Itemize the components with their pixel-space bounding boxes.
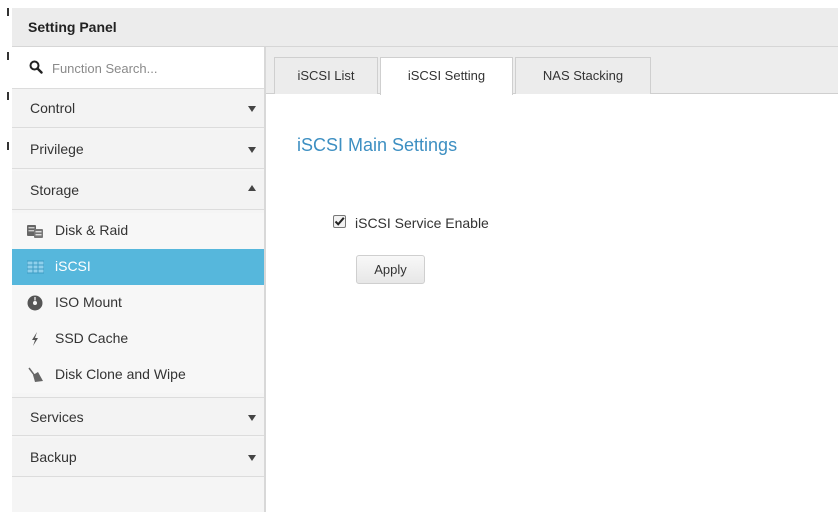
sidebar-item-backup[interactable]: Backup [12, 438, 264, 477]
function-search [12, 47, 264, 89]
sidebar-item-label: SSD Cache [55, 330, 129, 346]
sidebar-item-control[interactable]: Control [12, 89, 264, 128]
sidebar-item-label: Services [30, 409, 84, 425]
checkbox-box[interactable] [333, 215, 346, 228]
tab-bar: iSCSI List iSCSI Setting NAS Stacking [266, 47, 838, 95]
edge-marker [7, 92, 9, 100]
sidebar-item-label: Backup [30, 449, 77, 465]
page-title: Setting Panel [28, 19, 117, 35]
panel-header: Setting Panel [12, 8, 838, 47]
tab-nas-stacking[interactable]: NAS Stacking [515, 57, 651, 94]
sidebar-item-label: Control [30, 100, 76, 116]
disk-icon [27, 225, 43, 238]
sidebar-item-label: Disk Clone and Wipe [55, 366, 186, 382]
iscsi-service-checkbox[interactable] [333, 215, 347, 229]
sidebar-item-services[interactable]: Services [12, 397, 264, 436]
broom-icon [28, 367, 43, 382]
chevron-down-icon [248, 415, 256, 421]
sidebar-item-label: Privilege [30, 141, 84, 157]
search-input[interactable] [52, 58, 252, 78]
sidebar-item-privilege[interactable]: Privilege [12, 130, 264, 169]
iso-mount-icon [27, 295, 43, 311]
sidebar-item-label: iSCSI [55, 258, 91, 274]
edge-marker [7, 52, 9, 60]
chevron-up-icon [248, 185, 256, 191]
sidebar-item-iscsi[interactable]: iSCSI [12, 249, 264, 285]
sidebar-item-storage[interactable]: Storage [12, 171, 264, 210]
sidebar-item-label: Disk & Raid [55, 222, 129, 238]
chevron-down-icon [248, 106, 256, 112]
sidebar-item-disk-clone-wipe[interactable]: Disk Clone and Wipe [12, 357, 264, 393]
iscsi-service-enable-label[interactable]: iSCSI Service Enable [355, 215, 489, 231]
edge-marker [7, 8, 9, 16]
sidebar-item-ssd-cache[interactable]: SSD Cache [12, 321, 264, 357]
section-title: iSCSI Main Settings [297, 135, 458, 155]
tab-iscsi-list[interactable]: iSCSI List [274, 57, 378, 94]
sidebar-item-disk-raid[interactable]: Disk & Raid [12, 213, 264, 249]
chevron-down-icon [248, 455, 256, 461]
checkmark-icon [334, 217, 345, 226]
apply-button[interactable]: Apply [356, 255, 425, 284]
tab-iscsi-setting[interactable]: iSCSI Setting [380, 57, 513, 95]
lightning-icon [32, 332, 38, 346]
sidebar-item-label: ISO Mount [55, 294, 122, 310]
iscsi-icon [27, 260, 44, 274]
edge-marker [7, 142, 9, 150]
main-content: iSCSI List iSCSI Setting NAS Stacking iS… [266, 47, 838, 512]
search-icon[interactable] [29, 60, 43, 74]
chevron-down-icon [248, 147, 256, 153]
sidebar-item-label: Storage [30, 182, 80, 198]
window-left-edge [0, 0, 12, 512]
sidebar-item-iso-mount[interactable]: ISO Mount [12, 285, 264, 321]
sidebar: Control Privilege Storage Disk & Raid iS… [12, 47, 266, 512]
